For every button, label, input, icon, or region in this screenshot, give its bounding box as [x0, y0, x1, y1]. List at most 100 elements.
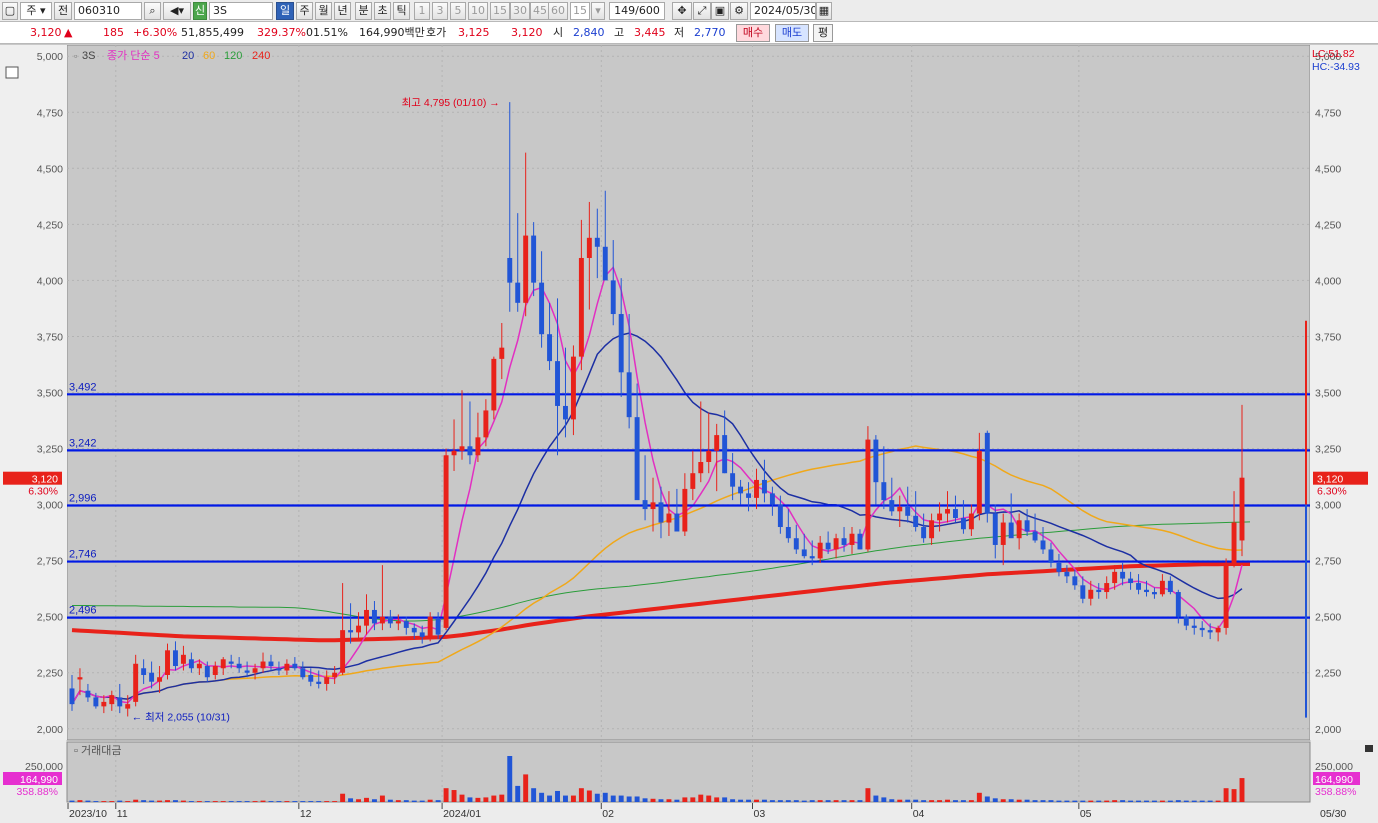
- market-type-select[interactable]: 주 ▾: [20, 2, 52, 20]
- save-icon[interactable]: ▣: [711, 2, 729, 20]
- candle: [984, 430, 990, 523]
- candlestick-chart[interactable]: 2,000 2,250 2,500 2,750 3,000 3,250 3,500 3,750…: [0, 45, 1378, 823]
- period-year-tab[interactable]: 년: [334, 2, 351, 20]
- interval-45-button[interactable]: 45: [530, 2, 550, 20]
- volume-pct-left: 358.88%: [17, 786, 58, 798]
- all-button[interactable]: 전: [54, 2, 72, 20]
- candle-body: [204, 666, 210, 678]
- speaker-icon[interactable]: ◀▾: [163, 2, 191, 20]
- custom-interval-input[interactable]: 15: [570, 2, 590, 20]
- y-tick-label: 3,750: [1315, 331, 1341, 343]
- volume-bar: [881, 797, 887, 802]
- candle-body: [610, 280, 616, 315]
- volume-bar: [1223, 788, 1229, 802]
- date-input[interactable]: 2024/05/30: [750, 2, 816, 20]
- interval-10-button[interactable]: 10: [468, 2, 488, 20]
- stock-code-input[interactable]: 060310: [74, 2, 142, 20]
- price-tag-pct-left: 6.30%: [28, 486, 58, 498]
- candle-body: [93, 697, 99, 707]
- price-tag-pct-right: 6.30%: [1317, 486, 1347, 498]
- interval-60-button[interactable]: 60: [548, 2, 568, 20]
- candle-body: [133, 663, 139, 702]
- candle-body: [316, 681, 322, 684]
- volume-bar: [491, 795, 497, 802]
- volume-bar: [1088, 800, 1094, 802]
- window-menu-icon[interactable]: ▢: [2, 2, 18, 20]
- candle-body: [905, 506, 911, 516]
- candle-body: [1080, 585, 1086, 599]
- gear-icon[interactable]: ⚙: [730, 2, 748, 20]
- volume-bar: [666, 799, 672, 802]
- high-price: 3,445: [634, 26, 666, 39]
- candle-body: [746, 493, 751, 498]
- period-day-tab[interactable]: 일: [276, 2, 294, 20]
- candle-body: [1008, 522, 1014, 539]
- candle-body: [714, 435, 720, 451]
- custom-interval-dropdown-icon[interactable]: ▾: [591, 2, 605, 20]
- top-toolbar: ▢ 주 ▾ 전 060310 ⌕ ◀▾ 신 3S 일 주 월 년 분 초 틱 1…: [0, 0, 1378, 22]
- candle-body: [1207, 630, 1213, 633]
- low-price: 2,770: [694, 26, 726, 39]
- sell-button[interactable]: 매도: [775, 24, 809, 42]
- candle-body: [1159, 580, 1165, 595]
- volume-bar: [1072, 800, 1078, 802]
- candle-body: [180, 654, 186, 664]
- volume-bar: [825, 800, 831, 802]
- volume-bar: [777, 800, 783, 802]
- interval-3-button[interactable]: 3: [432, 2, 448, 20]
- candle-body: [149, 672, 155, 682]
- period-minute-tab[interactable]: 분: [355, 2, 372, 20]
- volume-bar: [499, 794, 505, 802]
- volume-bar: [252, 801, 258, 802]
- candle-body: [594, 237, 600, 247]
- hline-label: 3,492: [69, 381, 97, 393]
- volume-bar: [547, 795, 553, 802]
- draw-tool-icon[interactable]: ⤢: [693, 2, 711, 20]
- x-tick-label: 05: [1080, 808, 1092, 820]
- interval-1-button[interactable]: 1: [414, 2, 430, 20]
- evaluate-button[interactable]: 평: [813, 24, 833, 42]
- volume-bar: [117, 800, 123, 802]
- candle-body: [761, 479, 767, 494]
- volume-bar: [634, 796, 640, 802]
- volume-bar: [929, 800, 935, 802]
- volume-bar: [1104, 800, 1110, 802]
- buy-button[interactable]: 매수: [736, 24, 770, 42]
- volume-bar: [308, 801, 314, 802]
- candle-body: [276, 668, 282, 671]
- volume-bar: [841, 800, 847, 802]
- up-triangle-icon: ▲: [64, 26, 73, 39]
- volume-bar: [1231, 789, 1237, 802]
- hline-label: 3,242: [69, 437, 97, 449]
- candle-body: [586, 237, 592, 258]
- period-tick-tab[interactable]: 틱: [393, 2, 410, 20]
- candle-body: [921, 527, 927, 539]
- volume-bar: [419, 800, 425, 802]
- grid-icon: [5, 66, 19, 79]
- x-tick-label: 2023/10: [69, 808, 107, 820]
- candle-body: [849, 533, 855, 545]
- volume-bar: [531, 788, 537, 802]
- candle-body: [69, 688, 75, 705]
- calendar-icon[interactable]: ▦: [816, 2, 832, 20]
- candle-body: [1215, 627, 1221, 633]
- volume-bar: [93, 801, 99, 802]
- interval-15-button[interactable]: 15: [490, 2, 510, 20]
- period-month-tab[interactable]: 월: [315, 2, 332, 20]
- candle-body: [1128, 578, 1134, 584]
- crosshair-icon[interactable]: ✥: [672, 2, 692, 20]
- volume-bar: [1183, 800, 1189, 802]
- stock-name-input[interactable]: 3S: [209, 2, 273, 20]
- y-tick-label: 3,750: [37, 331, 63, 343]
- interval-5-button[interactable]: 5: [450, 2, 466, 20]
- trade-value: 164,990백만: [359, 26, 425, 39]
- y-tick-label: 4,750: [37, 107, 63, 119]
- bar-count-display[interactable]: 149/600: [609, 2, 665, 20]
- volume-bar: [364, 797, 369, 802]
- period-week-tab[interactable]: 주: [296, 2, 313, 20]
- volume-bar: [1191, 800, 1197, 802]
- x-last-date: 05/30: [1320, 808, 1346, 820]
- interval-30-button[interactable]: 30: [510, 2, 530, 20]
- period-second-tab[interactable]: 초: [374, 2, 391, 20]
- search-icon[interactable]: ⌕: [144, 2, 161, 20]
